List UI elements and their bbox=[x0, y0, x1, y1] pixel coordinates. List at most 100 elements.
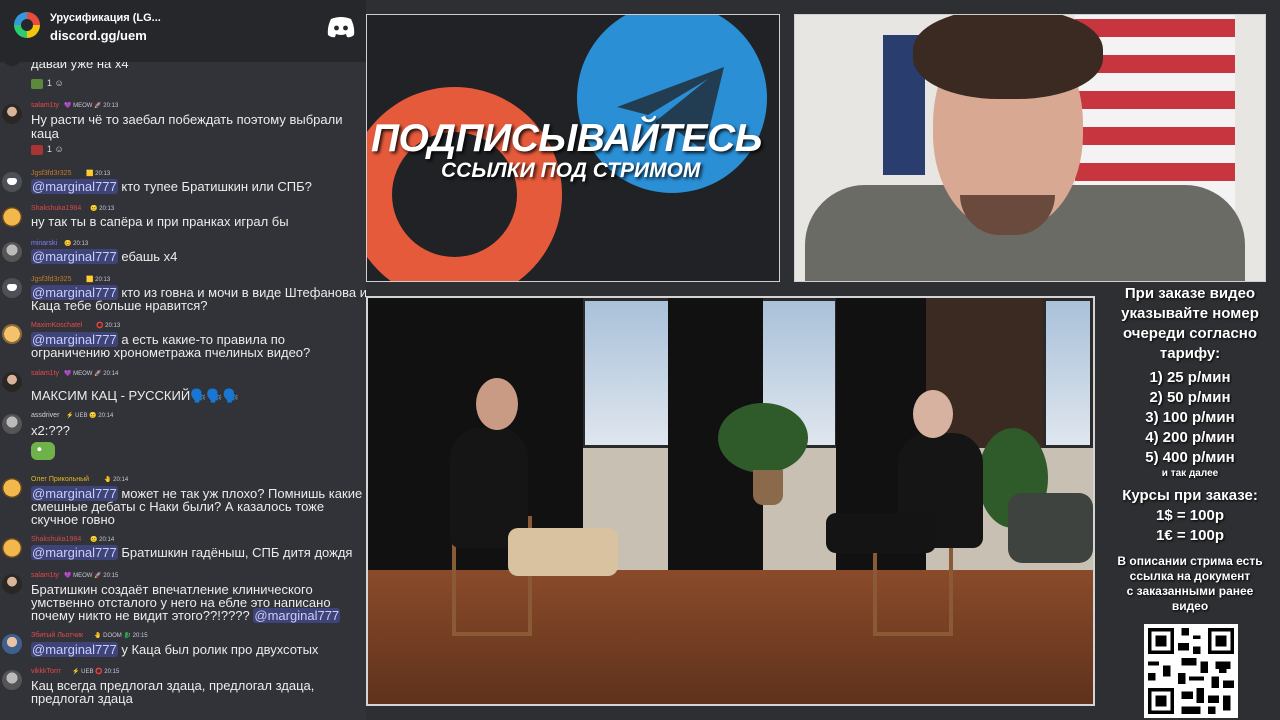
tariff-item: 5) 400 р/мин bbox=[1145, 449, 1235, 466]
promo-panel: ПОДПИСЫВАЙТЕСЬ ССЫЛКИ ПОД СТРИМОМ bbox=[366, 14, 780, 282]
course-rate: 1$ = 100р bbox=[1156, 507, 1224, 524]
username[interactable]: salam1ty bbox=[31, 572, 59, 579]
guest-trousers bbox=[508, 528, 618, 576]
pepe-emote-icon bbox=[31, 442, 55, 460]
interview-video bbox=[366, 296, 1095, 706]
plant-pot bbox=[753, 470, 783, 505]
avatar bbox=[2, 172, 22, 192]
message-text: x2:??? bbox=[31, 423, 71, 438]
info-heading-line: тарифу: bbox=[1159, 345, 1221, 362]
avatar bbox=[2, 634, 22, 654]
streamer-hair bbox=[913, 15, 1103, 99]
info-heading-line: указывайте номер bbox=[1121, 305, 1259, 322]
message-text: @marginal777 Братишкин гадёныш, СПБ дитя… bbox=[31, 545, 353, 560]
promo-title: ПОДПИСЫВАЙТЕСЬ bbox=[371, 117, 762, 160]
info-heading: При заказе видео указывайте номер очеред… bbox=[1100, 284, 1280, 364]
message-text: @marginal777 ебашь x4 bbox=[31, 249, 178, 264]
avatar bbox=[2, 372, 22, 392]
badge-row: ⚡ UEB 😐 20:14 bbox=[66, 413, 114, 419]
badge-row: 🟨 20:13 bbox=[86, 277, 111, 283]
message-text: @marginal777 кто тупее Братишкин или СПБ… bbox=[31, 179, 312, 194]
host-trousers bbox=[826, 513, 936, 553]
studio-window bbox=[1043, 298, 1093, 448]
tariff-item: 2) 50 р/мин bbox=[1149, 389, 1231, 406]
order-info-panel: При заказе видео указывайте номер очеред… bbox=[1100, 284, 1280, 614]
username[interactable]: assdriver bbox=[31, 412, 59, 419]
avatar bbox=[2, 670, 22, 690]
reaction-bar[interactable]: 1 ☺ bbox=[31, 78, 64, 89]
discord-logo-icon bbox=[327, 17, 355, 38]
username[interactable]: minarski bbox=[31, 240, 57, 247]
message-text: скучное говно bbox=[31, 512, 115, 527]
guest-head bbox=[476, 378, 518, 430]
mention[interactable]: @marginal777 bbox=[31, 545, 118, 560]
mention[interactable]: @marginal777 bbox=[31, 642, 118, 657]
badge-row: 💜 MEOW 🚀 20:15 bbox=[64, 573, 119, 579]
username[interactable]: Shakshuka1984 bbox=[31, 205, 81, 212]
description-note: В описании стрима есть ссылка на докумен… bbox=[1100, 554, 1280, 614]
username[interactable]: Олег Прикольный bbox=[31, 476, 89, 483]
username[interactable]: Збитый Льотчик bbox=[31, 632, 83, 639]
mention[interactable]: @marginal777 bbox=[31, 179, 118, 194]
avatar bbox=[2, 278, 22, 298]
username[interactable]: salam1ty bbox=[31, 370, 59, 377]
username[interactable]: Shakshuka1984 bbox=[31, 536, 81, 543]
badge-row: 🤚 DOOM 🐉 20:15 bbox=[94, 633, 148, 639]
tariff-more: и так далее bbox=[1161, 468, 1219, 479]
tariff-item: 3) 100 р/мин bbox=[1145, 409, 1235, 426]
courses-title: Курсы при заказе: bbox=[1122, 487, 1258, 504]
reaction-bar[interactable]: 1 ☺ bbox=[31, 144, 64, 155]
message-text: МАКСИМ КАЦ - РУССКИЙ🗣️🗣️🗣️ bbox=[31, 388, 239, 403]
armchair bbox=[1008, 493, 1093, 563]
avatar bbox=[2, 104, 22, 124]
emote-icon bbox=[31, 78, 43, 89]
mention[interactable]: @marginal777 bbox=[31, 249, 118, 264]
badge-row: 💜 MEOW 🚀 20:13 bbox=[64, 103, 119, 109]
emote-icon bbox=[31, 144, 43, 155]
username[interactable]: vikkkTorrr bbox=[31, 668, 61, 675]
badge-row: ⭕ 20:13 bbox=[96, 323, 121, 329]
username[interactable]: Jgsf3fd3r325 bbox=[31, 170, 71, 177]
course-rate: 1€ = 100р bbox=[1156, 527, 1224, 544]
server-name: Урусификация (LG... bbox=[50, 12, 161, 24]
info-heading-line: При заказе видео bbox=[1124, 285, 1256, 302]
badge-row: 😊 20:13 bbox=[64, 241, 89, 247]
description-line: видео bbox=[1171, 599, 1209, 613]
badge-row: 😐 20:14 bbox=[90, 537, 115, 543]
chat-overlay: Урусификация (LG... discord.gg/uem давай… bbox=[0, 0, 366, 720]
message-text: предлогал здаца bbox=[31, 691, 133, 706]
message-text: ограничению хронометража пчелиных видео? bbox=[31, 345, 311, 360]
username[interactable]: MaximKoschatel bbox=[31, 322, 82, 329]
message-text: Ну расти чё то заебал побеждать поэтому … bbox=[31, 112, 343, 127]
username[interactable]: salam1ty bbox=[31, 102, 59, 109]
badge-row: ⚡ UEB ⭕ 20:15 bbox=[72, 669, 120, 675]
plant bbox=[718, 403, 808, 473]
tariff-item: 4) 200 р/мин bbox=[1145, 429, 1235, 446]
description-line: В описании стрима есть bbox=[1117, 554, 1263, 568]
message-text: ну так ты в сапёра и при пранках играл б… bbox=[31, 214, 289, 229]
message-text: каца bbox=[31, 126, 59, 141]
avatar bbox=[2, 324, 22, 344]
info-heading-line: очереди согласно bbox=[1122, 325, 1258, 342]
mention[interactable]: @marginal777 bbox=[253, 608, 341, 623]
avatar bbox=[2, 574, 22, 594]
discord-invite-link[interactable]: discord.gg/uem bbox=[50, 28, 147, 43]
discord-banner[interactable]: Урусификация (LG... discord.gg/uem bbox=[0, 0, 366, 62]
message-text: Каца тебе больше нравится? bbox=[31, 298, 208, 313]
avatar bbox=[2, 242, 22, 262]
studio-window bbox=[582, 298, 672, 448]
qr-code-icon[interactable] bbox=[1144, 624, 1238, 718]
avatar bbox=[2, 478, 22, 498]
badge-row: 😐 20:13 bbox=[90, 206, 115, 212]
server-icon bbox=[14, 12, 40, 38]
badge-row: 🟨 20:13 bbox=[86, 171, 111, 177]
avatar bbox=[2, 414, 22, 434]
avatar bbox=[2, 207, 22, 227]
username[interactable]: Jgsf3fd3r325 bbox=[31, 276, 71, 283]
message-text: почему никто не видит этого??!???? @marg… bbox=[31, 608, 341, 623]
badge-row: 🤚 20:14 bbox=[104, 477, 129, 483]
message-text: @marginal777 у Каца был ролик про двухсо… bbox=[31, 642, 319, 657]
webcam-feed bbox=[794, 14, 1266, 282]
tariff-item: 1) 25 р/мин bbox=[1149, 369, 1231, 386]
description-line: с заказанными ранее bbox=[1126, 584, 1254, 598]
